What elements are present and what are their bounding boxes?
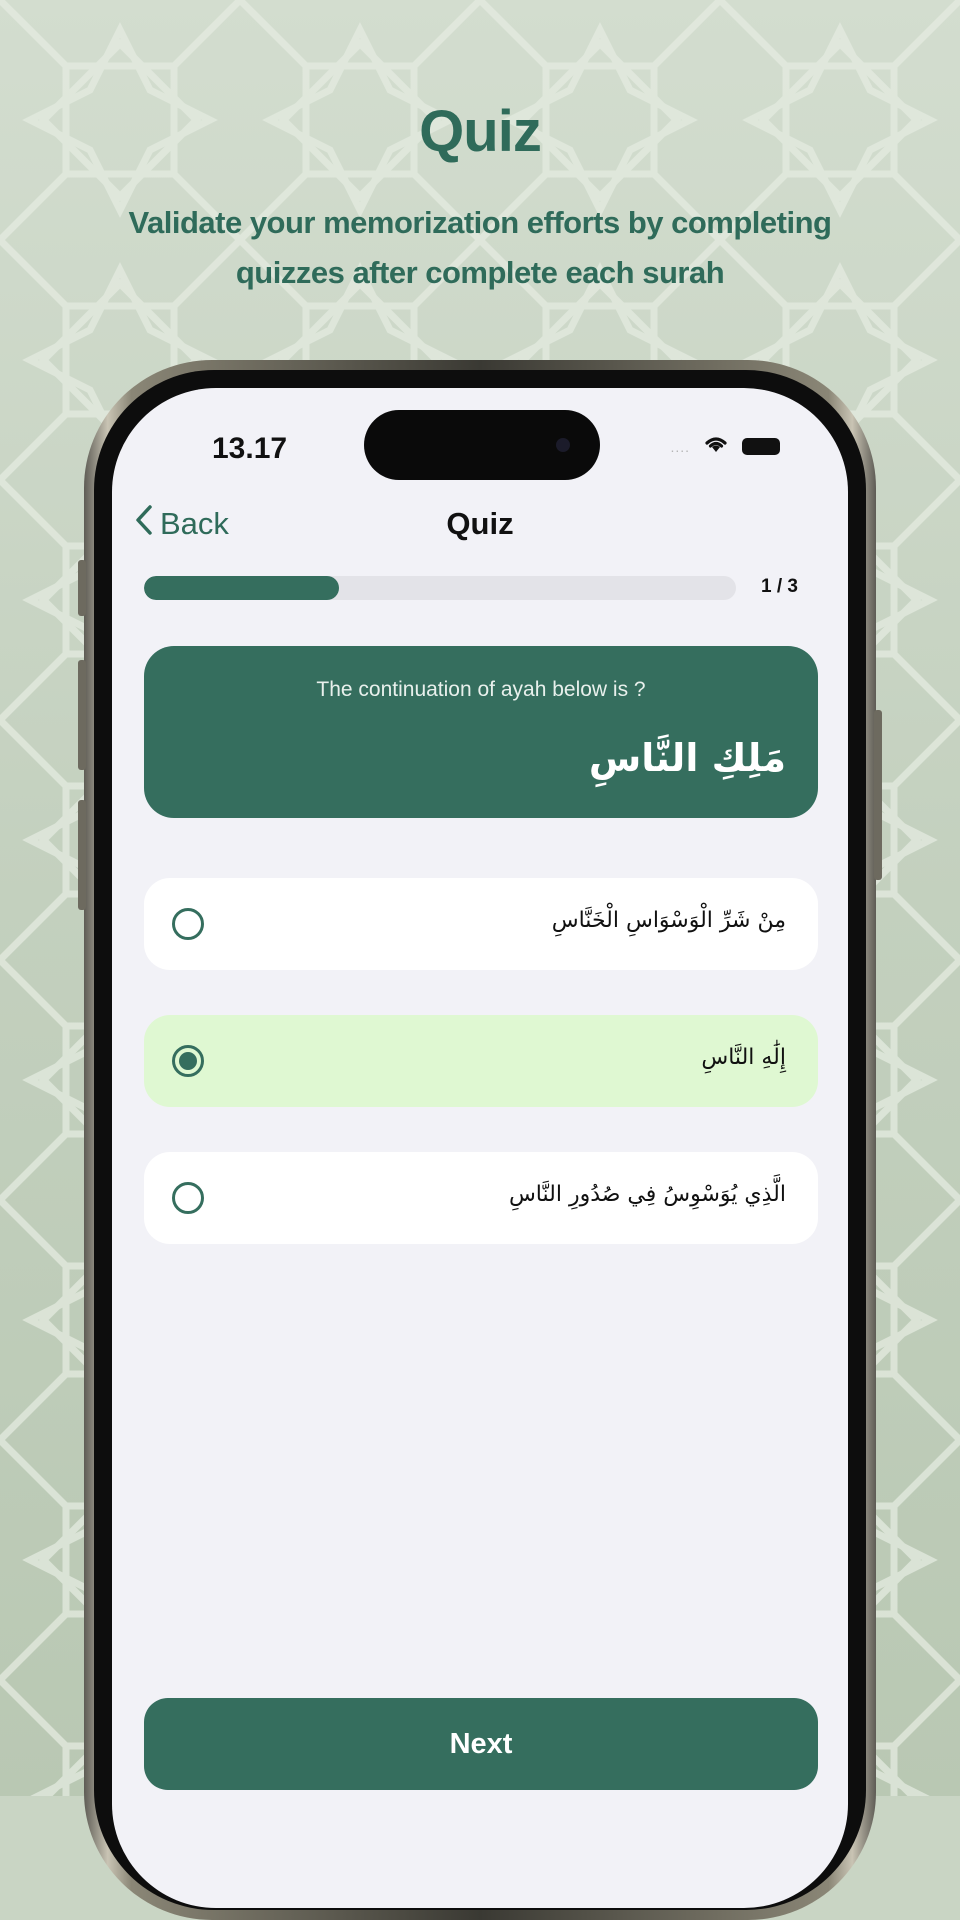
wifi-icon: [702, 434, 730, 459]
radio-button[interactable]: [172, 1045, 204, 1077]
answer-option[interactable]: مِنْ شَرِّ الْوَسْوَاسِ الْخَنَّاسِ: [144, 878, 818, 970]
next-button[interactable]: Next: [144, 1698, 818, 1790]
phone-volume-down: [78, 800, 86, 910]
answer-option[interactable]: الَّذِي يُوَسْوِسُ فِي صُدُورِ النَّاسِ: [144, 1152, 818, 1244]
promo-title: Quiz: [419, 99, 542, 164]
radio-button[interactable]: [172, 908, 204, 940]
option-label: مِنْ شَرِّ الْوَسْوَاسِ الْخَنَّاسِ: [551, 908, 786, 933]
signal-icon: ....: [670, 438, 690, 455]
promo-subtitle: Validate your memorization efforts by co…: [128, 205, 832, 290]
option-label: إِلَٰهِ النَّاسِ: [701, 1045, 786, 1070]
progress-fill: [144, 576, 340, 600]
question-card: The continuation of ayah below is ? مَلِ…: [144, 646, 818, 818]
option-label: الَّذِي يُوَسْوِسُ فِي صُدُورِ النَّاسِ: [508, 1182, 786, 1207]
phone-power-button: [874, 710, 882, 880]
phone-volume-up: [78, 660, 86, 770]
progress-bar: [144, 576, 736, 600]
camera-icon: [556, 438, 570, 452]
radio-button[interactable]: [172, 1182, 204, 1214]
phone-mute-switch: [78, 560, 86, 616]
dynamic-island: [364, 410, 600, 480]
progress-count: 1 / 3: [761, 576, 798, 597]
radio-selected-dot: [179, 1052, 197, 1070]
answer-option[interactable]: إِلَٰهِ النَّاسِ: [144, 1015, 818, 1107]
question-prompt: The continuation of ayah below is ?: [316, 678, 646, 701]
nav-title: Quiz: [446, 506, 514, 541]
phone-screen: 13.17 .... Back Quiz 1 / 3 The continuat…: [112, 388, 848, 1908]
battery-icon: [742, 438, 780, 455]
question-ayah: مَلِكِ النَّاسِ: [588, 736, 786, 780]
status-icons: ....: [670, 434, 780, 459]
status-time: 13.17: [212, 432, 288, 465]
